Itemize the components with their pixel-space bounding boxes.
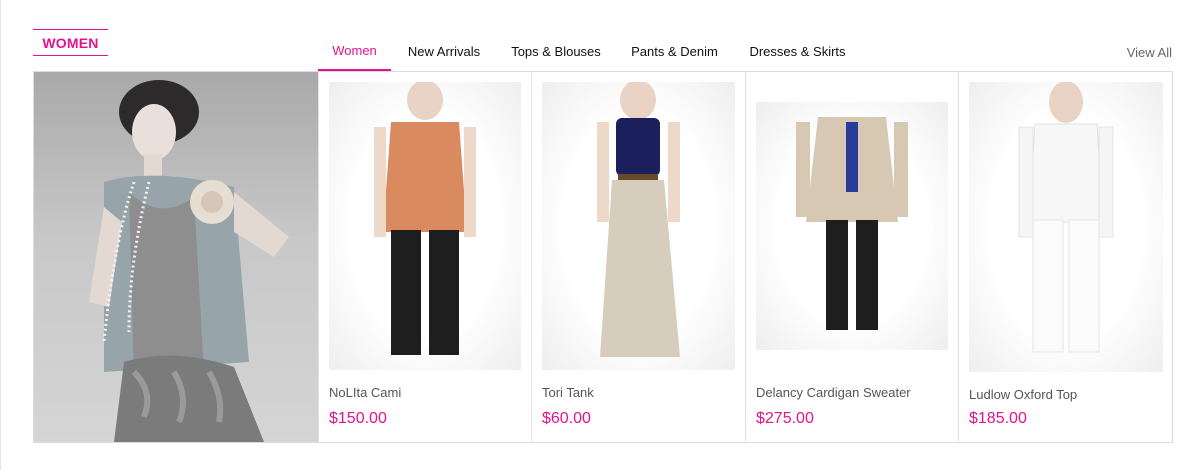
hero-image[interactable] [34,72,318,442]
product-card[interactable]: Delancy Cardigan Sweater $275.00 [745,72,958,442]
product-photo [1018,82,1114,353]
product-image[interactable] [756,102,948,350]
product-name[interactable]: Ludlow Oxford Top [969,387,1077,402]
tab-dresses-skirts[interactable]: Dresses & Skirts [734,31,861,71]
product-photo [597,82,680,357]
product-card[interactable]: NoLIta Cami $150.00 [318,72,531,442]
product-price: $275.00 [756,410,814,427]
tab-women[interactable]: Women [318,31,391,71]
product-image[interactable] [329,82,521,370]
product-grid: NoLIta Cami $150.00 Tori Tank $60.00 Del… [33,71,1173,443]
tab-new-arrivals[interactable]: New Arrivals [391,31,497,71]
model-illustration [89,80,289,442]
product-name[interactable]: NoLIta Cami [329,385,401,400]
product-price: $185.00 [969,410,1027,427]
page-left-border [0,0,1,470]
category-tabs: Women New Arrivals Tops & Blouses Pants … [318,31,861,71]
tab-pants-denim[interactable]: Pants & Denim [615,31,734,71]
tab-tops-blouses[interactable]: Tops & Blouses [497,31,615,71]
product-image[interactable] [542,82,735,370]
section-title: WOMEN [33,29,108,56]
product-name[interactable]: Delancy Cardigan Sweater [756,385,911,400]
product-card[interactable]: Tori Tank $60.00 [531,72,745,442]
product-name[interactable]: Tori Tank [542,385,594,400]
product-price: $150.00 [329,410,387,427]
product-photo [796,117,908,330]
product-card[interactable]: Ludlow Oxford Top $185.00 [958,72,1172,442]
product-image[interactable] [969,82,1163,372]
view-all-link[interactable]: View All [1127,45,1172,60]
product-photo [374,82,476,355]
product-price: $60.00 [542,410,591,427]
